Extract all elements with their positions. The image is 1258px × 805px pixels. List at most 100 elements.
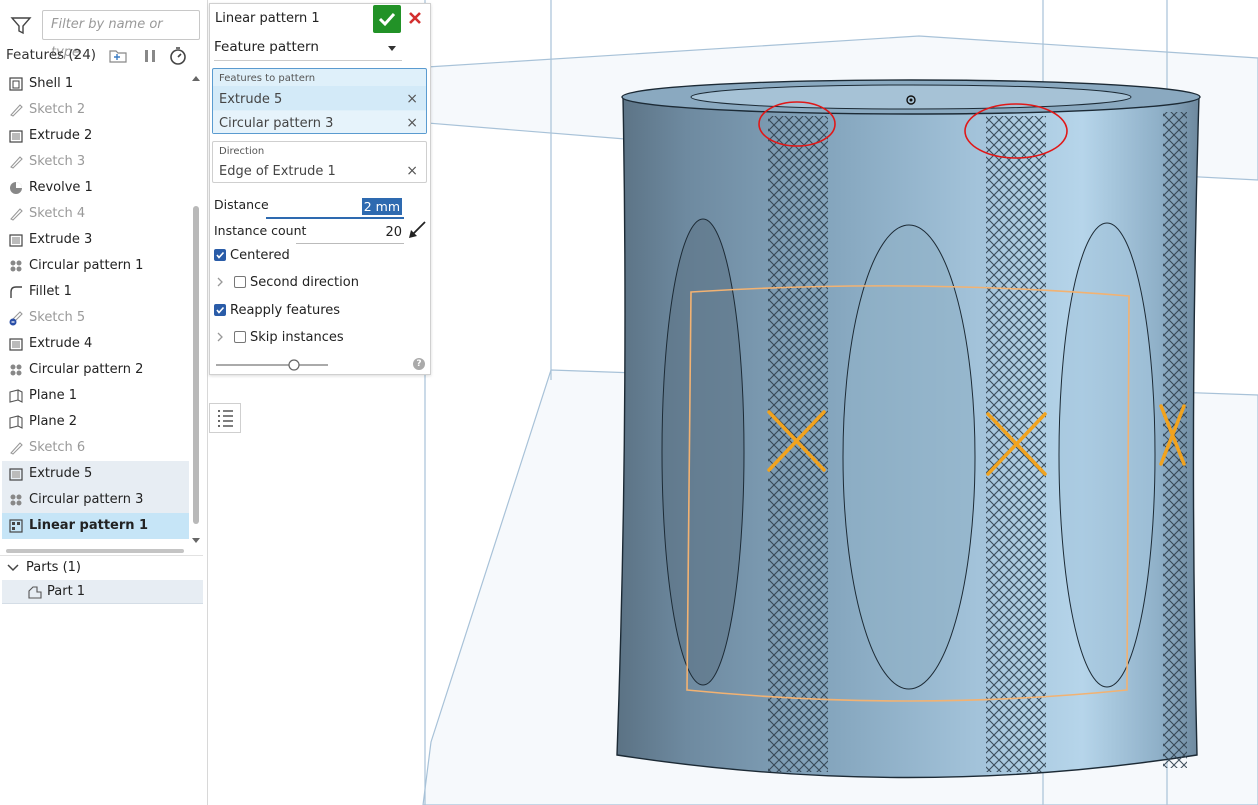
dialog-title: Linear pattern 1 xyxy=(215,11,320,26)
distance-input[interactable]: 2 mm xyxy=(266,197,404,219)
features-to-pattern-box[interactable]: Features to pattern Extrude 5 × Circular… xyxy=(212,68,427,134)
direction-box[interactable]: Direction Edge of Extrude 1 × xyxy=(212,141,427,183)
direction-label: Direction xyxy=(219,146,265,157)
feature-item[interactable]: Plane 1 xyxy=(2,383,189,409)
selected-feature: Circular pattern 3 xyxy=(219,116,334,131)
feature-label: Extrude 3 xyxy=(29,232,93,247)
scrollbar-thumb[interactable] xyxy=(193,206,199,524)
feature-item[interactable]: Extrude 3 xyxy=(2,227,189,253)
direction-value: Edge of Extrude 1 xyxy=(219,164,336,179)
feature-label: Plane 1 xyxy=(29,388,78,403)
feature-label: Sketch 6 xyxy=(29,440,86,455)
features-to-pattern-label: Features to pattern xyxy=(219,73,316,84)
feature-item[interactable]: Circular pattern 1 xyxy=(2,253,189,279)
feature-label: Circular pattern 1 xyxy=(29,258,144,273)
extrude-icon xyxy=(9,338,23,351)
feature-label: Sketch 4 xyxy=(29,206,86,221)
circular-pattern-icon xyxy=(10,260,22,272)
close-icon xyxy=(409,12,421,24)
sketch-icon xyxy=(10,442,23,455)
reapply-features-label: Reapply features xyxy=(230,303,341,318)
extrude-icon xyxy=(9,468,23,481)
remove-feature-icon[interactable]: × xyxy=(406,91,418,107)
remove-direction-icon[interactable]: × xyxy=(406,163,418,179)
sketch-error-icon xyxy=(9,311,23,326)
sketch-icon xyxy=(10,156,23,169)
feature-label: Sketch 2 xyxy=(29,102,86,117)
feature-item[interactable]: Sketch 4 xyxy=(2,201,189,227)
feature-item[interactable]: Sketch 3 xyxy=(2,149,189,175)
skip-instances-checkbox[interactable] xyxy=(234,331,246,343)
part-item[interactable]: Part 1 xyxy=(2,580,203,604)
feature-item[interactable]: Extrude 4 xyxy=(2,331,189,357)
skip-instances-label: Skip instances xyxy=(250,330,344,345)
features-count-title: Features (24) xyxy=(6,47,97,63)
feature-label: Extrude 5 xyxy=(29,466,93,481)
filter-row: Filter by name or type xyxy=(0,8,208,60)
pause-icon[interactable] xyxy=(140,46,160,66)
feature-item[interactable]: Sketch 5 xyxy=(2,305,189,331)
feature-list-toggle[interactable] xyxy=(209,403,241,433)
pattern-type-value: Feature pattern xyxy=(214,39,319,55)
parts-section-header[interactable]: Parts (1) xyxy=(0,555,203,579)
filter-input[interactable]: Filter by name or type xyxy=(42,10,200,60)
feature-label: Plane 2 xyxy=(29,414,78,429)
checkmark-icon xyxy=(378,12,396,27)
horizontal-scrollbar[interactable] xyxy=(6,549,184,553)
feature-item[interactable]: Sketch 6 xyxy=(2,435,189,461)
feature-label: Sketch 5 xyxy=(29,310,86,325)
feature-item[interactable]: Shell 1 xyxy=(2,71,189,97)
linear-pattern-icon xyxy=(9,519,23,533)
parts-title: Parts (1) xyxy=(26,560,81,575)
list-icon xyxy=(218,410,233,427)
reapply-features-checkbox[interactable] xyxy=(214,304,226,316)
help-icon[interactable]: ? xyxy=(413,358,425,370)
part-body[interactable] xyxy=(616,79,1201,779)
feature-item[interactable]: Linear pattern 1 xyxy=(2,513,189,539)
chevron-right-icon[interactable] xyxy=(216,332,224,342)
flip-direction-icon[interactable] xyxy=(406,219,428,241)
plane-icon xyxy=(9,415,23,429)
revolve-icon xyxy=(10,182,22,194)
filter-icon[interactable] xyxy=(10,16,32,36)
feature-item[interactable]: Plane 2 xyxy=(2,409,189,435)
feature-item[interactable]: Fillet 1 xyxy=(2,279,189,305)
feature-item[interactable]: Revolve 1 xyxy=(2,175,189,201)
feature-label: Sketch 3 xyxy=(29,154,86,169)
feature-item[interactable]: Extrude 2 xyxy=(2,123,189,149)
sketch-icon xyxy=(10,208,23,221)
circular-pattern-icon xyxy=(10,364,22,376)
add-folder-icon[interactable] xyxy=(108,46,128,66)
feature-label: Extrude 4 xyxy=(29,336,93,351)
second-direction-label: Second direction xyxy=(250,275,359,290)
cancel-button[interactable] xyxy=(406,8,424,28)
stopwatch-icon[interactable] xyxy=(168,46,188,66)
feature-label: Circular pattern 2 xyxy=(29,362,144,377)
instance-count-input[interactable]: 20 xyxy=(296,223,404,244)
extrude-icon xyxy=(9,234,23,247)
fillet-icon xyxy=(10,286,22,298)
centered-checkbox[interactable] xyxy=(214,249,226,261)
feature-item[interactable]: Circular pattern 2 xyxy=(2,357,189,383)
remove-feature-icon[interactable]: × xyxy=(406,115,418,131)
feature-label: Extrude 2 xyxy=(29,128,93,143)
feature-label: Circular pattern 3 xyxy=(29,492,144,507)
feature-item[interactable]: Extrude 5 xyxy=(2,461,189,487)
confirm-button[interactable] xyxy=(373,5,401,33)
pattern-type-select[interactable]: Feature pattern xyxy=(214,36,402,61)
feature-item[interactable]: Sketch 2 xyxy=(2,97,189,123)
second-direction-checkbox[interactable] xyxy=(234,276,246,288)
part-icon xyxy=(28,586,42,599)
chevron-right-icon[interactable] xyxy=(216,277,224,287)
feature-label: Fillet 1 xyxy=(29,284,72,299)
chevron-down-icon[interactable] xyxy=(7,564,19,572)
extrude-icon xyxy=(9,130,23,143)
feature-list: Shell 1 Sketch 2 Extrude 2 Sketch 3 Revolve … xyxy=(2,71,189,539)
plane-icon xyxy=(9,389,23,403)
shell-icon xyxy=(9,77,23,91)
preview-slider[interactable] xyxy=(216,359,330,371)
feature-item[interactable]: Circular pattern 3 xyxy=(2,487,189,513)
centered-label: Centered xyxy=(230,248,290,263)
sketch-icon xyxy=(10,104,23,117)
chevron-down-icon xyxy=(388,46,396,51)
